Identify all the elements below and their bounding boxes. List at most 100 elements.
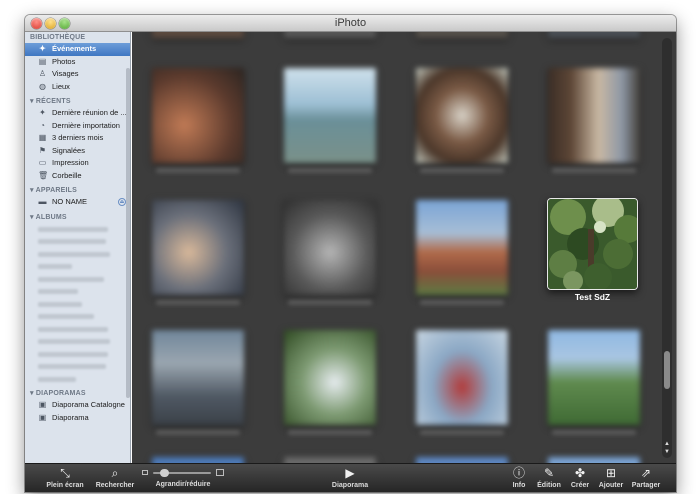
event-thumbnail[interactable] — [152, 32, 244, 38]
flag-icon: ⚑ — [38, 145, 47, 155]
event-caption — [156, 430, 240, 435]
event-thumbnail[interactable] — [284, 200, 376, 295]
sidebar-item-events[interactable]: ✦ Événements — [25, 43, 130, 56]
event-caption — [288, 300, 372, 305]
info-button[interactable]: ⓘ Info — [506, 466, 532, 489]
event-caption — [288, 168, 372, 173]
section-header-label: ALBUMS — [35, 213, 67, 221]
sidebar-item-label: Corbeille — [52, 170, 82, 180]
fullscreen-icon: ⤡ — [60, 466, 70, 480]
list-item[interactable] — [25, 335, 130, 348]
large-thumbnail-icon — [216, 469, 224, 476]
sidebar-item-trash[interactable]: 🗑 Corbeille — [25, 170, 130, 183]
section-header-recents[interactable]: ▾ RÉCENTS — [25, 96, 130, 107]
event-title-selected[interactable]: Test SdZ — [547, 292, 638, 302]
edit-button[interactable]: ✎ Édition — [534, 466, 564, 489]
create-button[interactable]: ✤ Créer — [566, 466, 594, 489]
sidebar-item-slideshow-catalogne[interactable]: ▣ Diaporama Catalogne — [25, 399, 130, 412]
sidebar-item-places[interactable]: ◍ Lieux — [25, 81, 130, 94]
event-thumbnail[interactable] — [284, 32, 376, 38]
slideshow-label: Diaporama — [331, 482, 369, 489]
plus-icon: ⊞ — [605, 466, 617, 480]
event-caption — [288, 430, 372, 435]
zoom-label-wrap: Agrandir/réduire — [147, 481, 219, 488]
section-header-devices[interactable]: ▾ APPAREILS — [25, 185, 130, 196]
list-item[interactable] — [25, 248, 130, 261]
trash-icon: 🗑 — [38, 170, 49, 180]
event-thumbnail[interactable] — [284, 68, 376, 163]
scroll-arrows-icon[interactable]: ▲ ▼ — [663, 440, 671, 456]
sidebar-item-last-event[interactable]: ✦ Dernière réunion de ... — [25, 107, 130, 120]
list-item[interactable] — [25, 323, 130, 336]
edit-label: Édition — [537, 482, 561, 489]
event-thumbnail[interactable] — [416, 200, 508, 295]
sidebar-item-slideshow[interactable]: ▣ Diaporama — [25, 412, 130, 425]
event-thumbnail[interactable] — [416, 68, 508, 163]
sidebar-item-flagged[interactable]: ⚑ Signalées — [25, 145, 130, 158]
event-thumbnail-selected[interactable] — [547, 198, 638, 290]
events-grid: Test SdZ ▲ ▼ — [132, 32, 676, 463]
add-label: Ajouter — [598, 482, 624, 489]
list-item[interactable] — [25, 260, 130, 273]
event-thumbnail[interactable] — [152, 330, 244, 425]
small-thumbnail-icon — [142, 470, 148, 475]
content-scrollbar[interactable]: ▲ ▼ — [662, 38, 672, 458]
calendar-icon: ▦ — [38, 133, 47, 142]
sidebar-scrollbar[interactable] — [126, 68, 130, 398]
event-thumbnail[interactable] — [416, 32, 508, 38]
event-caption — [156, 168, 240, 173]
section-header-label: DIAPORAMAS — [35, 390, 86, 397]
sidebar-item-photos[interactable]: ▤ Photos — [25, 56, 130, 69]
sidebar: BIBLIOTHÈQUE ✦ Événements ▤ Photos ♙ Vis… — [25, 32, 131, 463]
sidebar-item-no-name[interactable]: ▬ NO NAME ⏏ — [25, 196, 130, 209]
list-item[interactable] — [25, 360, 130, 373]
fullscreen-label: Plein écran — [46, 482, 84, 489]
sidebar-item-label: Diaporama Catalogne — [52, 400, 125, 409]
eject-icon[interactable]: ⏏ — [118, 198, 126, 206]
sidebar-item-label: NO NAME — [52, 197, 88, 206]
sidebar-item-label: Lieux — [52, 81, 70, 91]
list-item[interactable] — [25, 348, 130, 361]
scrollbar-thumb[interactable] — [664, 351, 670, 389]
list-item[interactable] — [25, 235, 130, 248]
event-thumbnail[interactable] — [152, 68, 244, 163]
list-item[interactable] — [25, 273, 130, 286]
sidebar-item-label: Diaporama — [52, 412, 89, 422]
event-icon: ✦ — [39, 108, 46, 117]
event-caption — [552, 430, 636, 435]
slider-knob[interactable] — [160, 469, 170, 477]
play-icon: ▶ — [345, 466, 355, 480]
create-icon: ✤ — [574, 466, 586, 480]
section-header-albums[interactable]: ▾ ALBUMS — [25, 212, 130, 223]
list-item[interactable] — [25, 223, 130, 236]
event-thumbnail[interactable] — [548, 32, 640, 38]
event-caption — [420, 300, 504, 305]
list-item[interactable] — [25, 310, 130, 323]
slideshow-button[interactable]: ▶ Diaporama — [325, 466, 375, 489]
sidebar-item-last-import[interactable]: ◔ Dernière importation — [25, 120, 130, 133]
zoom-slider[interactable] — [142, 469, 224, 477]
places-icon: ◍ — [39, 81, 46, 91]
list-item[interactable] — [25, 285, 130, 298]
list-item[interactable] — [25, 298, 130, 311]
sidebar-item-label: 3 derniers mois — [52, 133, 104, 142]
event-thumbnail[interactable] — [548, 330, 640, 425]
fullscreen-button[interactable]: ⤡ Plein écran — [41, 466, 89, 489]
window-title: iPhoto — [334, 17, 367, 29]
add-button[interactable]: ⊞ Ajouter — [595, 466, 627, 489]
search-label: Rechercher — [95, 482, 135, 489]
event-thumbnail[interactable] — [416, 330, 508, 425]
event-thumbnail[interactable] — [152, 200, 244, 295]
share-button[interactable]: ⇗ Partager — [628, 466, 664, 489]
section-header-slideshows[interactable]: ▾ DIAPORAMAS — [25, 388, 130, 399]
sidebar-item-label: Impression — [52, 158, 89, 167]
event-thumbnail[interactable] — [284, 330, 376, 425]
list-item[interactable] — [25, 373, 130, 386]
search-button[interactable]: ⌕ Rechercher — [93, 466, 137, 489]
title-bar: iPhoto — [25, 15, 676, 32]
sidebar-item-label: Dernière importation — [52, 120, 120, 130]
event-thumbnail[interactable] — [548, 68, 640, 163]
sidebar-item-faces[interactable]: ♙ Visages — [25, 68, 130, 81]
sidebar-item-print[interactable]: ▭ Impression — [25, 157, 130, 170]
sidebar-item-last-3-months[interactable]: ▦ 3 derniers mois — [25, 132, 130, 145]
